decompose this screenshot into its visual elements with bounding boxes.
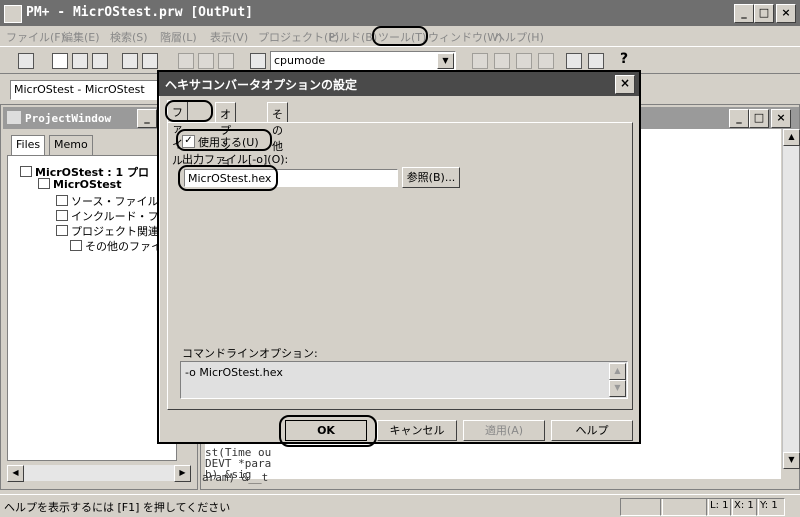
menu-bar: ファイル(F) 編集(E) 検索(S) 階層(L) 表示(V) プロジェクト(P… [0, 26, 800, 46]
dialog-title-bar[interactable]: ヘキサコンバータオプションの設定 × [159, 72, 639, 96]
scroll-up-icon[interactable]: ▲ [609, 363, 626, 380]
chevron-down-icon[interactable]: ▼ [437, 53, 454, 69]
arrow-left-icon[interactable] [472, 53, 488, 69]
menu-view[interactable]: 表示(V) [210, 29, 248, 45]
output-close-button[interactable]: × [771, 109, 791, 128]
project-hscrollbar[interactable]: ◀ ▶ [7, 465, 191, 482]
minimize-button[interactable]: _ [734, 4, 754, 23]
output-maximize-button[interactable]: □ [749, 109, 769, 128]
menu-file[interactable]: ファイル(F) [6, 29, 65, 45]
project-node-icon [20, 166, 32, 177]
new-file-icon[interactable] [52, 53, 68, 69]
help-button[interactable]: ヘルプ [551, 420, 633, 441]
maximize-button[interactable]: □ [754, 4, 774, 23]
app-icon [4, 5, 22, 23]
highlight-circle-checkbox [176, 129, 272, 151]
status-col: X: 1 [730, 498, 759, 516]
status-y: Y: 1 [756, 498, 785, 516]
cut-icon[interactable] [178, 53, 194, 69]
browse-button[interactable]: 参照(B)... [402, 167, 460, 188]
dialog-close-button[interactable]: × [615, 75, 635, 94]
status-message: ヘルプを表示するには [F1] を押してください [4, 501, 231, 514]
scroll-left-icon[interactable]: ◀ [7, 465, 24, 482]
status-panel-empty-2 [660, 498, 709, 516]
folder-icon [56, 225, 68, 236]
highlight-circle-file-tab [165, 100, 213, 122]
binoculars-icon[interactable] [250, 53, 266, 69]
cmdline-box: -o MicrOStest.hex ▲ ▼ [180, 361, 628, 399]
open-folder-icon[interactable] [72, 53, 88, 69]
tree-item-project-related[interactable]: プロジェクト関連フ [56, 223, 170, 239]
print-icon[interactable] [122, 53, 138, 69]
project-combo-value: MicrOStest - MicrOStest [14, 83, 145, 96]
dialog-panel: ✓ 使用する(U) 出力ファイル[-o](O): MicrOStest.hex … [167, 122, 633, 410]
print-preview-icon[interactable] [142, 53, 158, 69]
tab-options[interactable]: オプション [215, 102, 236, 185]
tree-item-source[interactable]: ソース・ファイル [56, 193, 158, 209]
scroll-up-icon[interactable]: ▲ [783, 129, 800, 146]
target-combo-value: cpumode [274, 54, 326, 67]
cmdline-value: -o MicrOStest.hex [185, 366, 283, 379]
menu-build[interactable]: ビルド(B) [328, 29, 377, 45]
close-button[interactable]: × [776, 4, 796, 23]
scroll-right-icon[interactable]: ▶ [174, 465, 191, 482]
tree-item-microstest[interactable]: MicrOStest [38, 178, 121, 191]
dialog-title: ヘキサコンバータオプションの設定 [165, 78, 358, 92]
tab-other[interactable]: その他 [267, 102, 288, 153]
output-minimize-button[interactable]: _ [729, 109, 749, 128]
scroll-down-icon[interactable]: ▼ [609, 380, 626, 397]
cancel-button[interactable]: キャンセル [377, 420, 457, 441]
output-vscrollbar[interactable]: ▲ ▼ [782, 129, 800, 469]
project-combo[interactable]: MicrOStest - MicrOStest [10, 80, 162, 100]
project-tree: MicrOStest : 1 プロ MicrOStest ソース・ファイル イン… [7, 155, 181, 461]
status-line: L: 1 [706, 498, 733, 516]
menu-search[interactable]: 検索(S) [110, 29, 148, 45]
arrow-right-icon[interactable] [494, 53, 510, 69]
hex-converter-options-dialog: ヘキサコンバータオプションの設定 × ファイル オプション その他 ✓ 使用する… [157, 70, 641, 447]
scroll-down-icon[interactable]: ▼ [783, 452, 800, 469]
layer-icon[interactable] [18, 53, 34, 69]
menu-hierarchy[interactable]: 階層(L) [160, 29, 197, 45]
highlight-circle-tools [372, 26, 428, 46]
copy-icon[interactable] [198, 53, 214, 69]
cmdline-label: コマンドラインオプション: [182, 347, 318, 360]
database-icon [38, 178, 50, 189]
menu-help[interactable]: ヘルプ(H) [494, 29, 544, 45]
project-window-title: ProjectWindow [25, 112, 112, 125]
help-icon[interactable]: ? [620, 51, 628, 67]
apply-button[interactable]: 適用(A) [463, 420, 545, 441]
project-icon [7, 111, 21, 124]
menu-window[interactable]: ウィンドウ(W) [428, 29, 502, 45]
status-panel-empty-1 [620, 498, 663, 516]
status-bar: ヘルプを表示するには [F1] を押してください L: 1 X: 1 Y: 1 [0, 494, 800, 517]
main-title-bar[interactable]: PM+ - MicrOStest.prw [OutPut] _ □ × [0, 0, 800, 26]
target-combo[interactable]: cpumode ▼ [270, 51, 456, 71]
project-tree-icon[interactable] [566, 53, 582, 69]
highlight-circle-output-file [178, 165, 278, 191]
folder-icon [56, 195, 68, 206]
project-minimize-button[interactable]: _ [137, 109, 157, 128]
highlight-circle-ok [279, 415, 377, 447]
folder-icon [56, 210, 68, 221]
save-icon[interactable] [92, 53, 108, 69]
menu-edit[interactable]: 編集(E) [62, 29, 100, 45]
folder-icon [70, 240, 82, 251]
window-title: PM+ - MicrOStest.prw [OutPut] [26, 5, 253, 20]
code-line: aram) &__t [202, 471, 269, 484]
minus-icon[interactable] [538, 53, 554, 69]
paste-icon[interactable] [218, 53, 234, 69]
plus-icon[interactable] [516, 53, 532, 69]
output-window-icon[interactable] [588, 53, 604, 69]
